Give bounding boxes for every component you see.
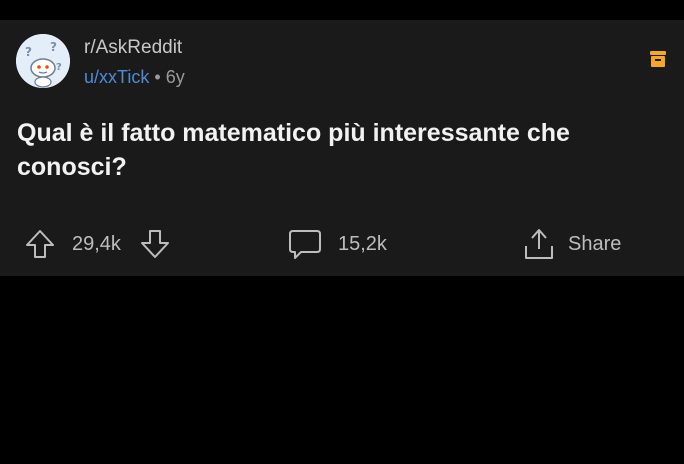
arrow-down-icon[interactable] bbox=[139, 228, 171, 260]
svg-text:?: ? bbox=[50, 40, 57, 54]
author-line: u/xxTick • 6y bbox=[84, 66, 185, 88]
subreddit-name[interactable]: r/AskReddit bbox=[84, 36, 185, 60]
comment-count: 15,2k bbox=[338, 232, 387, 255]
arrow-up-icon[interactable] bbox=[24, 228, 56, 260]
post-header: ? ? ? r/AskReddit u/xxTick • 6y bbox=[16, 34, 185, 88]
comments-button[interactable]: 15,2k bbox=[288, 228, 387, 260]
post-action-bar: 29,4k 15,2k Share bbox=[0, 220, 684, 268]
author-username[interactable]: u/xxTick bbox=[84, 67, 149, 87]
post-age: 6y bbox=[165, 67, 185, 87]
snoo-question-icon: ? ? ? bbox=[16, 34, 70, 88]
meta-separator: • bbox=[154, 67, 161, 87]
post-meta: r/AskReddit u/xxTick • 6y bbox=[84, 36, 185, 88]
post-card[interactable]: ? ? ? r/AskReddit u/xxTick • 6y Qual è i… bbox=[0, 20, 684, 276]
comment-bubble-icon bbox=[288, 228, 322, 260]
svg-text:?: ? bbox=[56, 62, 62, 73]
svg-text:?: ? bbox=[25, 45, 32, 59]
subreddit-avatar[interactable]: ? ? ? bbox=[16, 34, 70, 88]
share-button[interactable]: Share bbox=[522, 228, 621, 260]
share-icon bbox=[522, 227, 556, 261]
archive-box-icon bbox=[650, 50, 666, 68]
vote-group: 29,4k bbox=[24, 228, 171, 260]
share-label: Share bbox=[568, 232, 622, 255]
vote-count: 29,4k bbox=[72, 232, 121, 255]
post-title[interactable]: Qual è il fatto matematico più interessa… bbox=[17, 116, 657, 184]
